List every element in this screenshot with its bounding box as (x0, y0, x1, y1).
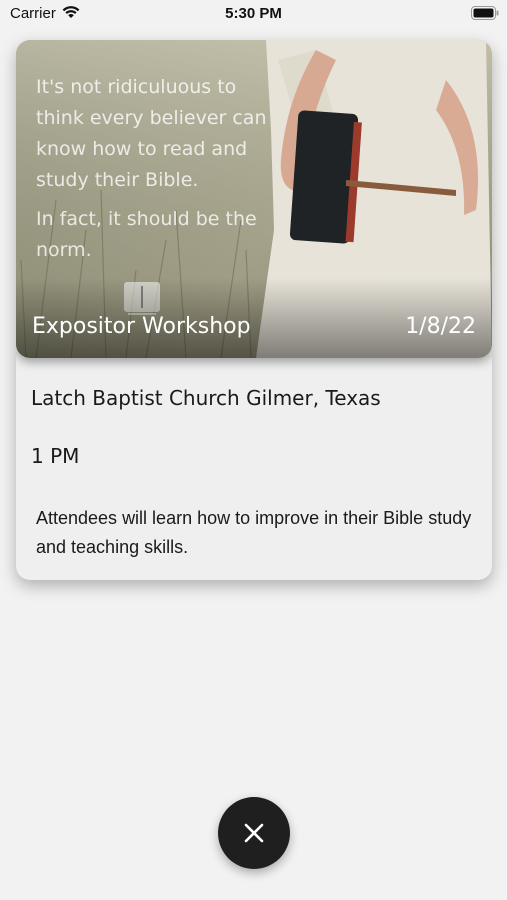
event-location: Latch Baptist Church Gilmer, Texas (31, 386, 381, 410)
quote-line-1: It's not ridiculuous to think every beli… (36, 76, 267, 191)
event-date: 1/8/22 (405, 314, 476, 339)
clock: 5:30 PM (225, 5, 282, 22)
close-icon (244, 823, 264, 843)
event-card[interactable]: It's not ridiculuous to think every beli… (16, 40, 492, 580)
event-description: Attendees will learn how to improve in t… (36, 508, 472, 557)
battery-icon (471, 6, 499, 20)
event-image: It's not ridiculuous to think every beli… (16, 40, 492, 358)
event-title: Expositor Workshop (32, 314, 251, 339)
image-quote: It's not ridiculuous to think every beli… (36, 72, 276, 274)
close-button[interactable] (218, 797, 290, 869)
status-bar: Carrier 5:30 PM (0, 0, 507, 30)
event-time: 1 PM (31, 444, 80, 468)
quote-line-2: In fact, it should be the norm. (36, 208, 257, 261)
